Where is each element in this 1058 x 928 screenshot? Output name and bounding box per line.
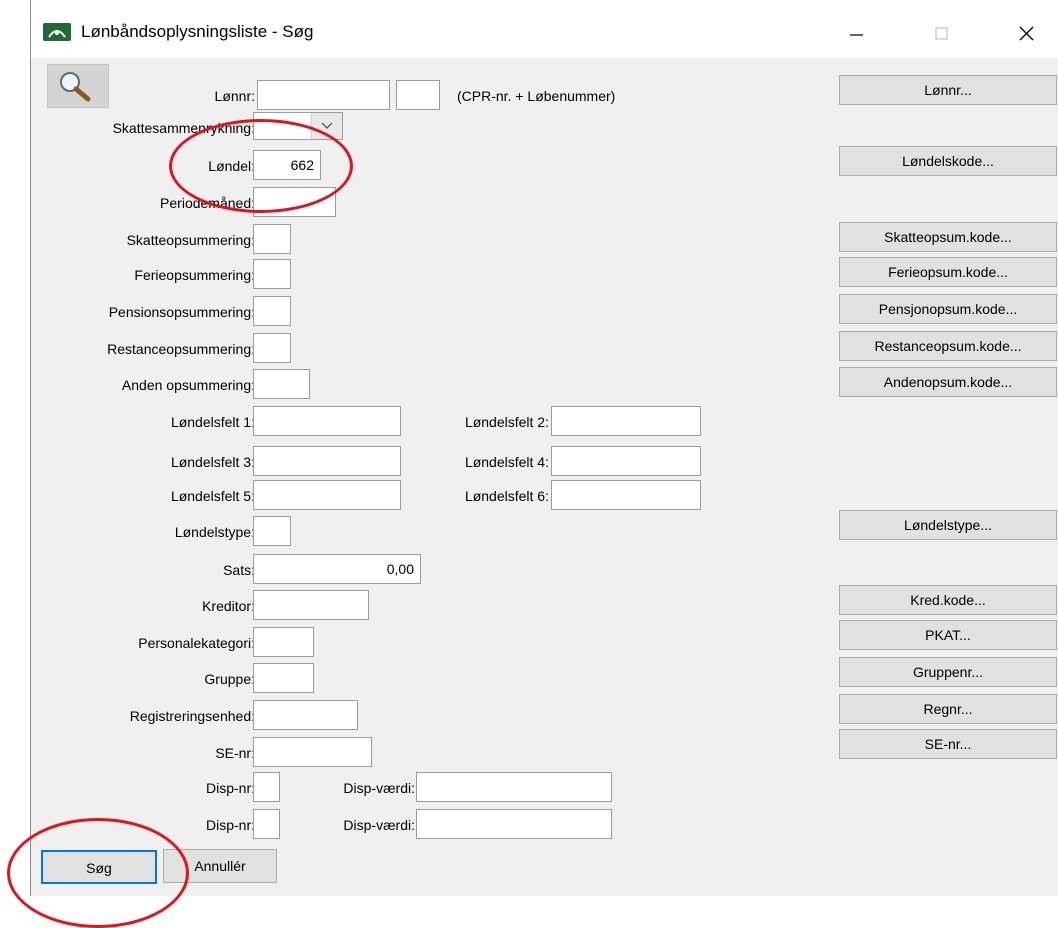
disp-vaerdi-1-input[interactable]	[416, 772, 612, 802]
se-nr-input[interactable]	[253, 737, 372, 767]
minimize-button[interactable]	[836, 14, 876, 50]
maximize-button[interactable]	[921, 14, 961, 50]
pensionopsum-kode-button[interactable]: Pensjonopsum.kode...	[839, 294, 1057, 324]
londelsfelt5-label: Løndelsfelt 5:	[170, 488, 255, 504]
gruppenr-button[interactable]: Gruppenr...	[839, 657, 1057, 687]
registreringsenhed-input[interactable]	[253, 700, 358, 730]
londelsfelt5-input[interactable]	[253, 480, 401, 510]
sog-annotation-circle	[7, 818, 189, 928]
kred-kode-button[interactable]: Kred.kode...	[839, 585, 1057, 615]
app-logo-icon	[43, 23, 71, 41]
londelsfelt1-input[interactable]	[253, 406, 401, 436]
ferieopsummering-input[interactable]	[253, 259, 291, 289]
window-title: Lønbåndsoplysningsliste - Søg	[81, 22, 314, 41]
gruppe-input[interactable]	[253, 663, 314, 693]
title-bar: Lønbåndsoplysningsliste - Søg	[31, 0, 1058, 58]
disp-vaerdi-2-input[interactable]	[416, 809, 612, 839]
londelsfelt4-input[interactable]	[551, 446, 701, 476]
disp-nr-2-input[interactable]	[253, 809, 280, 839]
personalekategori-label: Personalekategori:	[138, 635, 255, 651]
lonnr-label: Lønnr:	[214, 88, 255, 104]
londelsfelt3-label: Løndelsfelt 3:	[170, 454, 255, 470]
chevron-down-icon	[321, 122, 333, 129]
registreringsenhed-label: Registreringsenhed:	[129, 708, 255, 724]
restanceopsummering-label: Restanceopsummering:	[107, 341, 255, 357]
sats-input[interactable]: 0,00	[253, 554, 421, 584]
lonnr-lookup-button[interactable]: Lønnr...	[839, 75, 1057, 105]
close-button[interactable]	[1006, 14, 1046, 50]
pensionsopsummering-label: Pensionsopsummering:	[108, 304, 255, 320]
ferieopsummering-label: Ferieopsummering:	[134, 267, 255, 283]
regnr-button[interactable]: Regnr...	[839, 694, 1057, 724]
ferieopsum-kode-button[interactable]: Ferieopsum.kode...	[839, 257, 1057, 287]
pkat-button[interactable]: PKAT...	[839, 620, 1057, 650]
search-dialog-window: Lønbåndsoplysningsliste - Søg Lønnr: (CP…	[7, 0, 1058, 928]
minimize-icon	[850, 34, 863, 36]
londelsfelt6-input[interactable]	[551, 480, 701, 510]
londelsfelt2-label: Løndelsfelt 2:	[464, 414, 549, 430]
se-nr-label: SE-nr:	[215, 745, 255, 761]
andenopsum-kode-button[interactable]: Andenopsum.kode...	[839, 367, 1057, 397]
londelstype-button[interactable]: Løndelstype...	[839, 510, 1057, 540]
lonnr-lobenummer-input[interactable]	[396, 80, 440, 110]
search-tile	[47, 64, 109, 108]
londelsfelt4-label: Løndelsfelt 4:	[464, 454, 549, 470]
disp-vaerdi-2-label: Disp-værdi:	[343, 817, 415, 833]
londelstype-label: Løndelstype:	[174, 524, 255, 540]
skatteopsummering-input[interactable]	[253, 224, 291, 254]
londelsfelt3-input[interactable]	[253, 446, 401, 476]
anden-opsummering-label: Anden opsummering:	[121, 377, 255, 393]
lonnr-cpr-input[interactable]	[257, 80, 390, 110]
restanceopsummering-input[interactable]	[253, 333, 291, 363]
lonnr-hint: (CPR-nr. + Løbenummer)	[457, 88, 616, 104]
magnifier-icon	[60, 72, 91, 102]
disp-nr-1-label: Disp-nr:	[205, 780, 255, 796]
londelsfelt2-input[interactable]	[551, 406, 701, 436]
maximize-icon	[935, 27, 948, 40]
skatteopsum-kode-button[interactable]: Skatteopsum.kode...	[839, 222, 1057, 252]
londelsfelt1-label: Løndelsfelt 1:	[170, 414, 255, 430]
londelsfelt6-label: Løndelsfelt 6:	[464, 488, 549, 504]
se-nr-button[interactable]: SE-nr...	[839, 729, 1057, 759]
pensionsopsummering-input[interactable]	[253, 296, 291, 326]
personalekategori-input[interactable]	[253, 627, 314, 657]
sats-label: Sats:	[223, 562, 255, 578]
restanceopsum-kode-button[interactable]: Restanceopsum.kode...	[839, 331, 1057, 361]
disp-nr-1-input[interactable]	[253, 772, 280, 802]
disp-nr-2-label: Disp-nr:	[205, 817, 255, 833]
londel-annotation-circle	[169, 119, 353, 213]
londelskode-button[interactable]: Løndelskode...	[839, 146, 1057, 176]
kreditor-input[interactable]	[253, 590, 369, 620]
gruppe-label: Gruppe:	[204, 671, 255, 687]
kreditor-label: Kreditor:	[202, 598, 255, 614]
close-icon	[1019, 26, 1034, 41]
skatteopsummering-label: Skatteopsummering:	[126, 232, 255, 248]
anden-opsummering-input[interactable]	[253, 369, 310, 399]
londelstype-input[interactable]	[253, 516, 291, 546]
disp-vaerdi-1-label: Disp-værdi:	[343, 780, 415, 796]
